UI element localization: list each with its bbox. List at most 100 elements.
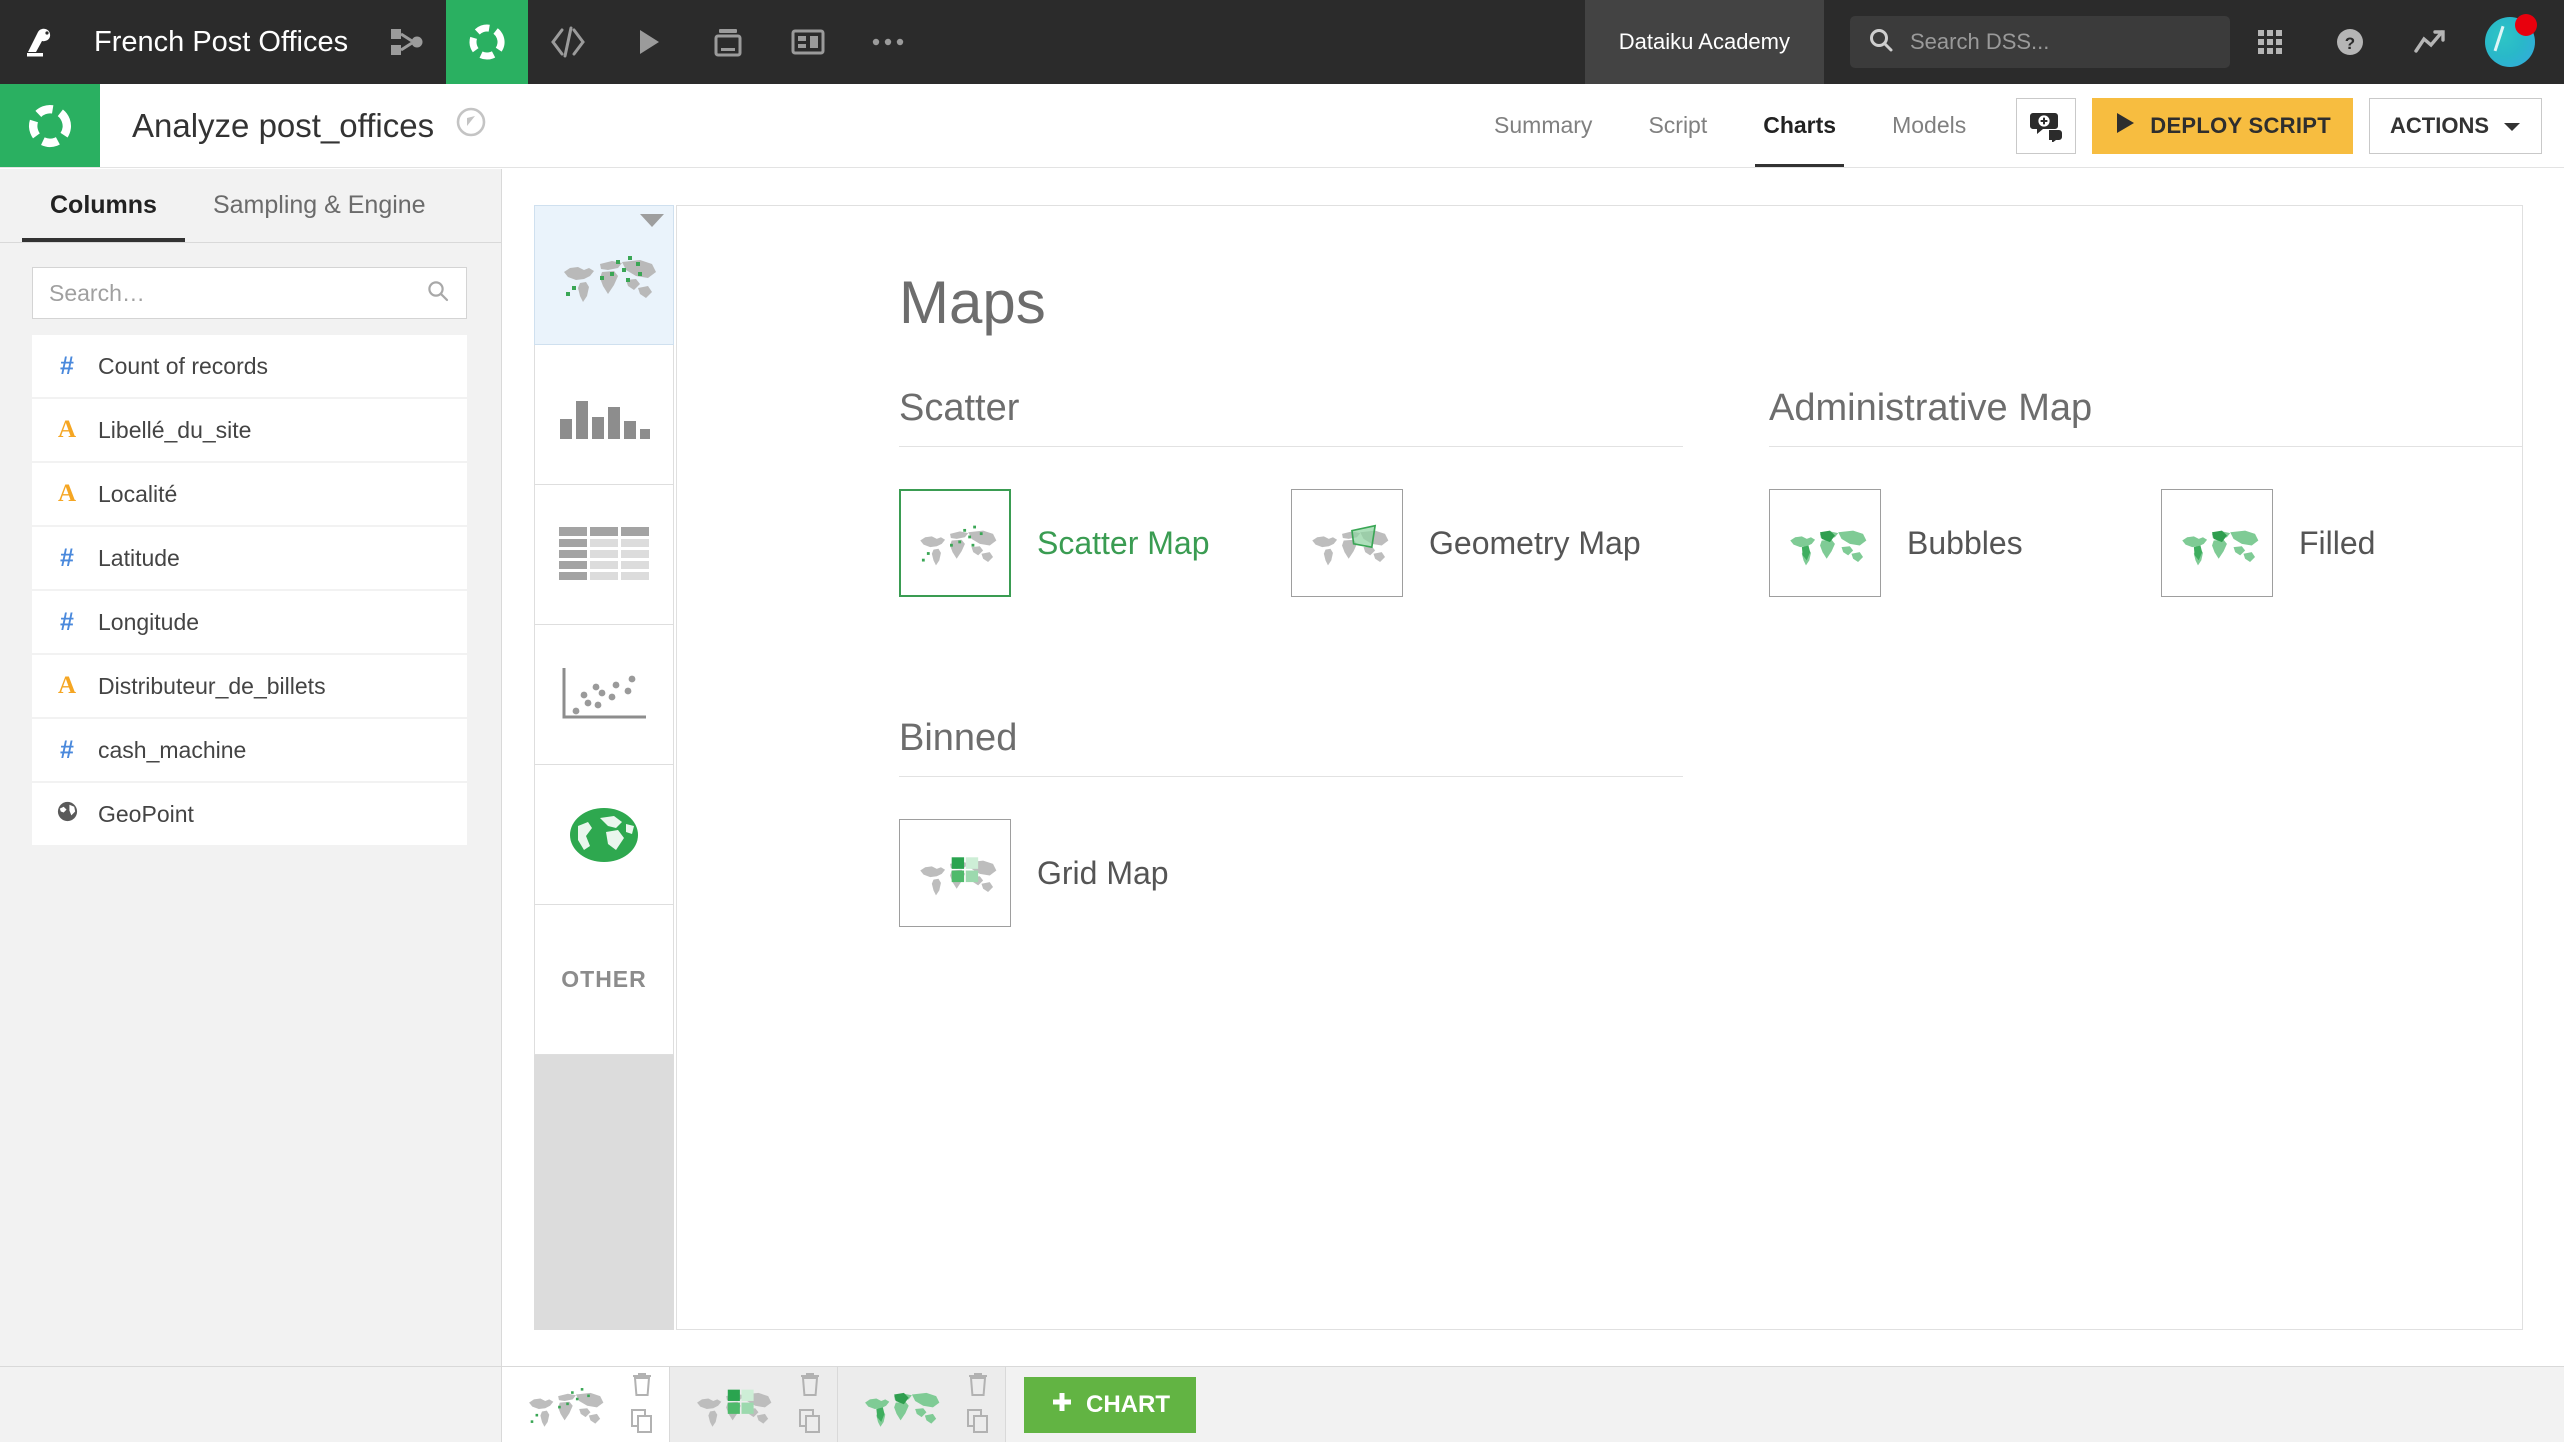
rail-item-geographic[interactable] <box>534 765 674 905</box>
column-name: Latitude <box>98 544 180 571</box>
play-icon <box>2114 111 2136 141</box>
number-type-icon: # <box>60 543 74 572</box>
right-sections-column: Administrative Map Bubbles Filled <box>1769 387 2522 927</box>
sections-grid: Scatter Scatter Map Geometry Map Binned … <box>899 387 2522 927</box>
option-label: Bubbles <box>1907 524 2023 561</box>
help-question-icon[interactable]: ? <box>2310 0 2390 84</box>
dashboard-icon[interactable] <box>768 0 848 84</box>
column-name: Count of records <box>98 352 269 379</box>
list-item[interactable]: # Count of records <box>32 335 467 397</box>
bubbles-map-thumb <box>1769 489 1881 597</box>
rail-item-maps[interactable] <box>534 205 674 345</box>
header-spacer <box>488 84 1466 167</box>
column-name: Libellé_du_site <box>98 416 252 443</box>
copy-icon[interactable] <box>966 1408 990 1439</box>
user-avatar[interactable] <box>2470 0 2550 84</box>
option-filled[interactable]: Filled <box>2161 489 2522 597</box>
compass-icon[interactable] <box>454 105 488 147</box>
list-item[interactable]: A Distributeur_de_billets <box>32 655 467 717</box>
table-row[interactable] <box>670 1367 838 1442</box>
discussion-add-icon[interactable] <box>2016 97 2077 154</box>
tab-models[interactable]: Models <box>1864 84 1994 167</box>
run-icon[interactable] <box>608 0 688 84</box>
list-item[interactable]: # cash_machine <box>32 719 467 781</box>
sidebar-tabs: Columns Sampling & Engine <box>0 169 501 243</box>
section-title-scatter: Scatter <box>899 387 1683 447</box>
option-geometry-map[interactable]: Geometry Map <box>1291 489 1683 597</box>
text-type-icon: A <box>57 480 77 507</box>
bottombar-spacer <box>1196 1367 2564 1442</box>
table-row[interactable] <box>838 1367 1006 1442</box>
chevron-down-icon[interactable] <box>640 214 664 227</box>
administrative-options: Bubbles Filled <box>1769 489 2522 597</box>
tab-script[interactable]: Script <box>1620 84 1735 167</box>
rail-item-tables[interactable] <box>534 485 674 625</box>
option-bubbles[interactable]: Bubbles <box>1769 489 2161 597</box>
rail-item-other[interactable]: OTHER <box>534 905 674 1055</box>
scatter-map-thumb <box>502 1381 623 1429</box>
option-scatter-map[interactable]: Scatter Map <box>899 489 1291 597</box>
panel-title: Maps <box>899 269 1046 336</box>
list-item[interactable]: A Libellé_du_site <box>32 399 467 461</box>
topbar-right-actions: ? <box>2230 0 2564 84</box>
filled-map-thumb <box>838 1381 959 1429</box>
column-search-input[interactable] <box>49 279 426 307</box>
column-search[interactable] <box>32 267 467 319</box>
list-item[interactable]: # Longitude <box>32 591 467 653</box>
option-label: Scatter Map <box>1037 524 1210 561</box>
page-tabs: Summary Script Charts Models <box>1466 84 1994 167</box>
code-icon[interactable] <box>528 0 608 84</box>
number-type-icon: # <box>60 351 74 380</box>
rail-item-scatter[interactable] <box>534 625 674 765</box>
list-item[interactable]: # Latitude <box>32 527 467 589</box>
project-name[interactable]: French Post Offices <box>84 0 366 84</box>
add-chart-label: CHART <box>1086 1391 1170 1418</box>
filled-map-thumb <box>2161 489 2273 597</box>
page-title-group: Analyze post_offices <box>100 84 488 167</box>
geometry-map-thumb <box>1291 489 1403 597</box>
lab-icon[interactable] <box>446 0 529 84</box>
copy-icon[interactable] <box>630 1408 654 1439</box>
trend-arrow-icon[interactable] <box>2390 0 2470 84</box>
bottom-left-filler <box>0 1366 502 1442</box>
flow-icon[interactable] <box>366 0 446 84</box>
add-chart-button[interactable]: CHART <box>1024 1377 1196 1433</box>
list-item[interactable]: GeoPoint <box>32 783 467 845</box>
more-icon[interactable] <box>848 0 928 84</box>
deploy-script-button[interactable]: DEPLOY SCRIPT <box>2092 97 2353 154</box>
jobs-icon[interactable] <box>688 0 768 84</box>
search-input[interactable] <box>1910 29 2212 55</box>
tab-charts[interactable]: Charts <box>1735 84 1864 167</box>
notification-badge <box>2515 14 2537 36</box>
option-grid-map[interactable]: Grid Map <box>899 819 1291 927</box>
tab-summary[interactable]: Summary <box>1466 84 1620 167</box>
option-label: Grid Map <box>1037 854 1169 891</box>
plus-icon <box>1050 1390 1074 1421</box>
trash-icon[interactable] <box>630 1371 654 1402</box>
table-row[interactable] <box>502 1367 670 1442</box>
academy-link[interactable]: Dataiku Academy <box>1584 0 1824 84</box>
column-name: Longitude <box>98 608 200 635</box>
trash-icon[interactable] <box>966 1371 990 1402</box>
sidebar-tab-columns[interactable]: Columns <box>22 169 185 242</box>
chart-tab-tools <box>959 1371 1005 1439</box>
text-type-icon: A <box>57 416 77 443</box>
dataiku-bird-logo[interactable] <box>0 0 84 84</box>
apps-grid-icon[interactable] <box>2230 0 2310 84</box>
svg-text:?: ? <box>2345 34 2355 53</box>
sidebar-tab-sampling[interactable]: Sampling & Engine <box>185 169 454 242</box>
grid-map-thumb <box>670 1381 791 1429</box>
chart-type-picker-panel: Maps Scatter Scatter Map Geometry Map Bi… <box>676 205 2523 1330</box>
scatter-options: Scatter Map Geometry Map <box>899 489 1683 597</box>
actions-label: ACTIONS <box>2390 112 2489 138</box>
option-label: Filled <box>2299 524 2376 561</box>
section-title-administrative-map: Administrative Map <box>1769 387 2522 447</box>
copy-icon[interactable] <box>798 1408 822 1439</box>
list-item[interactable]: A Localité <box>32 463 467 525</box>
rail-item-basic-charts[interactable] <box>534 345 674 485</box>
trash-icon[interactable] <box>798 1371 822 1402</box>
column-list: # Count of records A Libellé_du_site A L… <box>32 335 467 845</box>
actions-button[interactable]: ACTIONS <box>2369 97 2542 154</box>
global-search[interactable] <box>1850 16 2230 68</box>
top-nav-icons <box>366 0 928 84</box>
